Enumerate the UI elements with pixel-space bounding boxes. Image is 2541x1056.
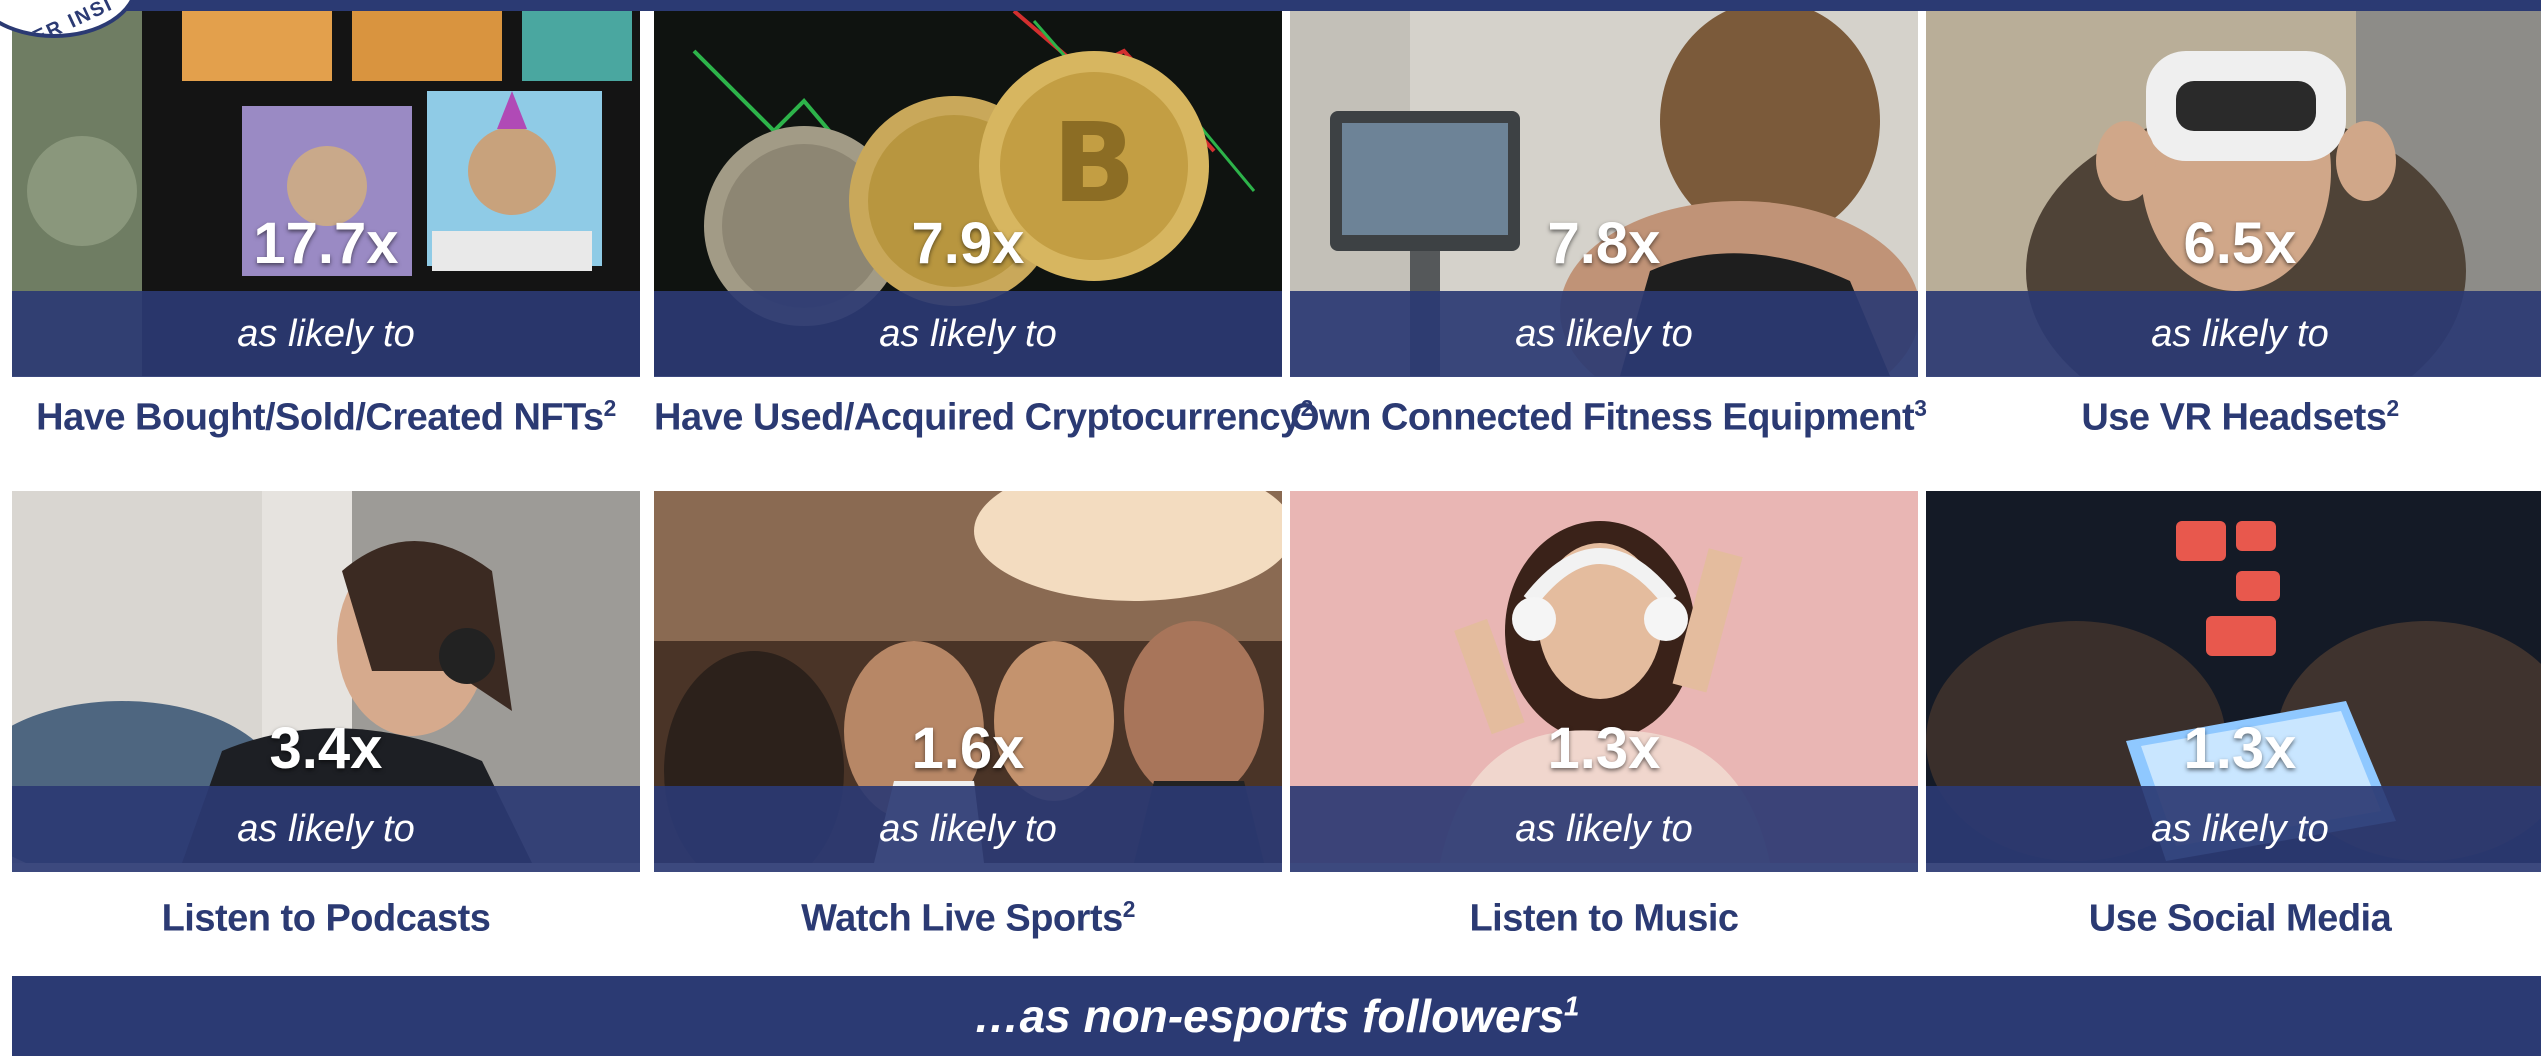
- likely-band: as likely to: [12, 291, 640, 377]
- likely-band: as likely to: [1290, 786, 1918, 872]
- stat-card-live-sports: 1.6x as likely to Watch Live Sports2: [654, 491, 1282, 961]
- activity-label: Have Used/Acquired Cryptocurrency2: [654, 395, 1313, 440]
- activity-label: Listen to Podcasts: [12, 896, 640, 941]
- likely-text: as likely to: [879, 807, 1057, 850]
- likely-band: as likely to: [12, 786, 640, 872]
- activity-text: Watch Live Sports: [801, 897, 1123, 940]
- stat-card-fitness: 7.8x as likely to Own Connected Fitness …: [1290, 11, 1927, 451]
- multiplier-value: 1.3x: [2183, 716, 2297, 781]
- footer-banner: …as non-esports followers1: [12, 976, 2541, 1056]
- activity-text: Listen to Podcasts: [161, 897, 491, 940]
- footer-footnote: 1: [1564, 990, 1580, 1022]
- footer-text: …as non-esports followers: [973, 990, 1565, 1042]
- stat-card-podcasts: 3.4x as likely to Listen to Podcasts: [12, 491, 640, 961]
- multiplier-value: 3.4x: [269, 716, 383, 781]
- footnote-marker: 2: [2386, 395, 2399, 421]
- stat-card-crypto: B 7.9x as likely to Have Used/Acquired C…: [654, 11, 1313, 451]
- multiplier-value: 1.6x: [911, 716, 1025, 781]
- footnote-marker: 2: [603, 395, 617, 421]
- activity-label: Own Connected Fitness Equipment3: [1290, 395, 1927, 440]
- activity-label: Watch Live Sports2: [654, 896, 1282, 941]
- activity-label: Use Social Media: [1926, 896, 2541, 941]
- multiplier-value: 7.8x: [1547, 211, 1661, 276]
- stat-card-social-media: 1.3x as likely to Use Social Media: [1926, 491, 2541, 961]
- stat-card-nfts: 17.7x as likely to Have Bought/Sold/Crea…: [12, 11, 640, 451]
- stat-card-vr: 6.5x as likely to Use VR Headsets2: [1926, 11, 2541, 451]
- multiplier-value: 17.7x: [253, 211, 399, 276]
- activity-text: Have Used/Acquired Cryptocurrency: [654, 396, 1301, 439]
- footer-text-wrap: …as non-esports followers1: [974, 989, 1580, 1043]
- footnote-marker: 2: [1122, 896, 1136, 922]
- multiplier-value: 7.9x: [911, 211, 1025, 276]
- activity-text: Own Connected Fitness Equipment: [1290, 396, 1915, 439]
- likely-band: as likely to: [654, 786, 1282, 872]
- likely-band: as likely to: [654, 291, 1282, 377]
- likely-text: as likely to: [1515, 807, 1693, 850]
- likely-text: as likely to: [237, 312, 415, 355]
- stat-card-music: 1.3x as likely to Listen to Music: [1290, 491, 1918, 961]
- activity-label: Use VR Headsets2: [1926, 395, 2541, 440]
- likely-band: as likely to: [1926, 291, 2541, 377]
- activity-label: Listen to Music: [1290, 896, 1918, 941]
- activity-text: Listen to Music: [1469, 897, 1739, 940]
- activity-text: Use Social Media: [2088, 897, 2392, 940]
- likely-band: as likely to: [1290, 291, 1918, 377]
- likely-text: as likely to: [237, 807, 415, 850]
- likely-text: as likely to: [879, 312, 1057, 355]
- likely-text: as likely to: [2151, 312, 2329, 355]
- svg-text:B: B: [1052, 99, 1136, 227]
- activity-text: Have Bought/Sold/Created NFTs: [36, 396, 604, 439]
- likely-text: as likely to: [1515, 312, 1693, 355]
- likely-band: as likely to: [1926, 786, 2541, 872]
- multiplier-value: 1.3x: [1547, 716, 1661, 781]
- footnote-marker: 3: [1914, 395, 1927, 421]
- activity-text: Use VR Headsets: [2081, 396, 2387, 439]
- likely-text: as likely to: [2151, 807, 2329, 850]
- multiplier-value: 6.5x: [2183, 211, 2297, 276]
- activity-label: Have Bought/Sold/Created NFTs2: [12, 395, 640, 440]
- top-bar: [0, 0, 2541, 11]
